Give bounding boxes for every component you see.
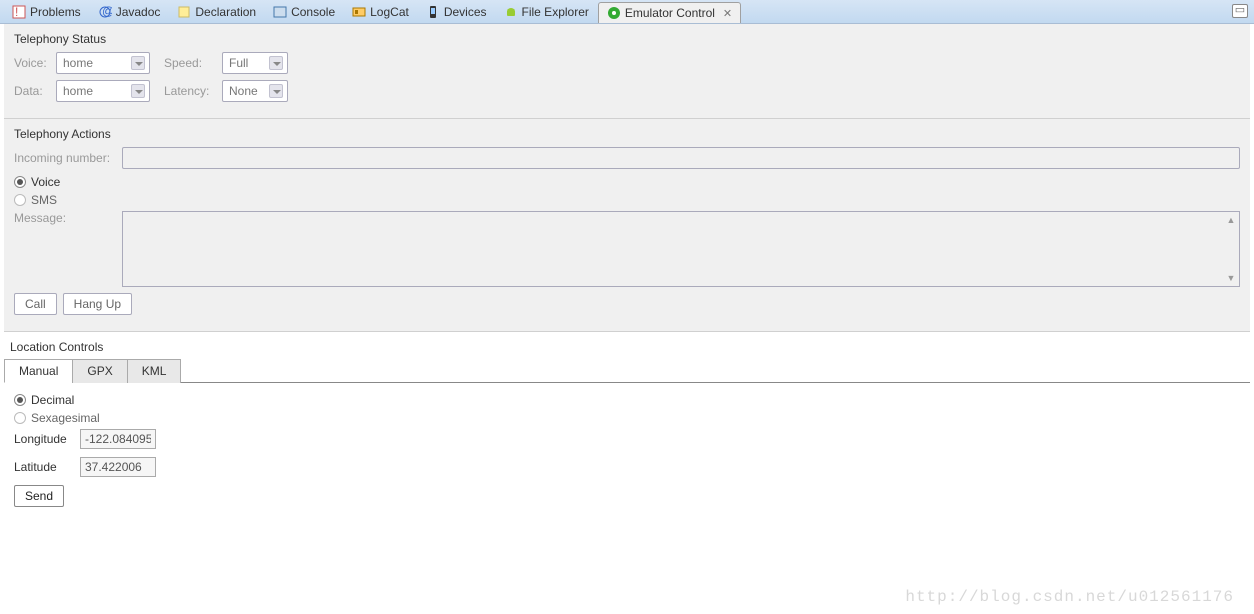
- sexagesimal-radio-label: Sexagesimal: [31, 411, 100, 425]
- view-tab-bar: ! Problems @ Javadoc Declaration Console: [0, 0, 1254, 24]
- data-select[interactable]: home: [56, 80, 150, 102]
- telephony-status-panel: Telephony Status Voice: home Speed: Full…: [4, 24, 1250, 119]
- decimal-radio-row[interactable]: Decimal: [14, 393, 1240, 407]
- incoming-number-input[interactable]: [122, 147, 1240, 169]
- minimize-icon[interactable]: ▭: [1232, 4, 1248, 18]
- radio-off-icon: [14, 412, 26, 424]
- scroll-down-icon[interactable]: ▼: [1225, 272, 1237, 284]
- sms-radio-label: SMS: [31, 193, 57, 207]
- latency-select[interactable]: None: [222, 80, 288, 102]
- subtab-manual[interactable]: Manual: [4, 359, 73, 383]
- android-icon: [504, 5, 518, 19]
- tab-label: Problems: [30, 5, 81, 19]
- chevron-down-icon: [131, 84, 145, 98]
- send-button[interactable]: Send: [14, 485, 64, 507]
- voice-radio-label: Voice: [31, 175, 60, 189]
- javadoc-icon: @: [98, 5, 112, 19]
- speed-label: Speed:: [164, 56, 214, 70]
- chevron-down-icon: [269, 84, 283, 98]
- message-textarea[interactable]: ▲ ▼: [122, 211, 1240, 287]
- svg-text:!: !: [15, 5, 18, 19]
- decimal-radio-label: Decimal: [31, 393, 74, 407]
- tab-declaration[interactable]: Declaration: [169, 0, 265, 23]
- tab-javadoc[interactable]: @ Javadoc: [90, 0, 170, 23]
- tab-label: Javadoc: [116, 5, 161, 19]
- scrollbar[interactable]: ▲ ▼: [1225, 214, 1237, 284]
- longitude-label: Longitude: [14, 432, 72, 446]
- message-label: Message:: [14, 211, 114, 225]
- sms-radio-row[interactable]: SMS: [14, 193, 1240, 207]
- tab-devices[interactable]: Devices: [418, 0, 496, 23]
- devices-icon: [426, 5, 440, 19]
- location-controls-title: Location Controls: [0, 332, 1254, 358]
- close-icon[interactable]: ✕: [723, 7, 732, 20]
- latency-label: Latency:: [164, 84, 214, 98]
- subtab-kml[interactable]: KML: [127, 359, 182, 383]
- call-button[interactable]: Call: [14, 293, 57, 315]
- incoming-number-label: Incoming number:: [14, 151, 114, 165]
- svg-text:@: @: [102, 5, 112, 18]
- watermark: http://blog.csdn.net/u012561176: [905, 588, 1234, 606]
- speed-select[interactable]: Full: [222, 52, 288, 74]
- problems-icon: !: [12, 5, 26, 19]
- voice-label: Voice:: [14, 56, 48, 70]
- radio-on-icon: [14, 176, 26, 188]
- console-icon: [273, 5, 287, 19]
- tab-label: Console: [291, 5, 335, 19]
- tab-label: LogCat: [370, 5, 409, 19]
- latitude-input[interactable]: [80, 457, 156, 477]
- tab-label: File Explorer: [522, 5, 589, 19]
- tab-label: Emulator Control: [625, 6, 715, 20]
- emulator-icon: [607, 6, 621, 20]
- tab-emulator-control[interactable]: Emulator Control ✕: [598, 2, 741, 23]
- location-subtabs: Manual GPX KML: [4, 358, 1250, 383]
- logcat-icon: [352, 5, 366, 19]
- declaration-icon: [177, 5, 191, 19]
- data-label: Data:: [14, 84, 48, 98]
- tab-file-explorer[interactable]: File Explorer: [496, 0, 598, 23]
- tab-logcat[interactable]: LogCat: [344, 0, 418, 23]
- longitude-input[interactable]: [80, 429, 156, 449]
- chevron-down-icon: [131, 56, 145, 70]
- tab-problems[interactable]: ! Problems: [4, 0, 90, 23]
- tab-label: Devices: [444, 5, 487, 19]
- tab-label: Declaration: [195, 5, 256, 19]
- scroll-up-icon[interactable]: ▲: [1225, 214, 1237, 226]
- sexagesimal-radio-row[interactable]: Sexagesimal: [14, 411, 1240, 425]
- chevron-down-icon: [269, 56, 283, 70]
- hangup-button[interactable]: Hang Up: [63, 293, 132, 315]
- voice-radio-row[interactable]: Voice: [14, 175, 1240, 189]
- telephony-actions-panel: Telephony Actions Incoming number: Voice…: [4, 119, 1250, 332]
- tab-console[interactable]: Console: [265, 0, 344, 23]
- telephony-status-title: Telephony Status: [14, 28, 1240, 52]
- radio-off-icon: [14, 194, 26, 206]
- voice-select[interactable]: home: [56, 52, 150, 74]
- radio-on-icon: [14, 394, 26, 406]
- telephony-actions-title: Telephony Actions: [14, 123, 1240, 147]
- subtab-gpx[interactable]: GPX: [72, 359, 127, 383]
- latitude-label: Latitude: [14, 460, 72, 474]
- location-body: Decimal Sexagesimal Longitude Latitude S…: [0, 383, 1254, 517]
